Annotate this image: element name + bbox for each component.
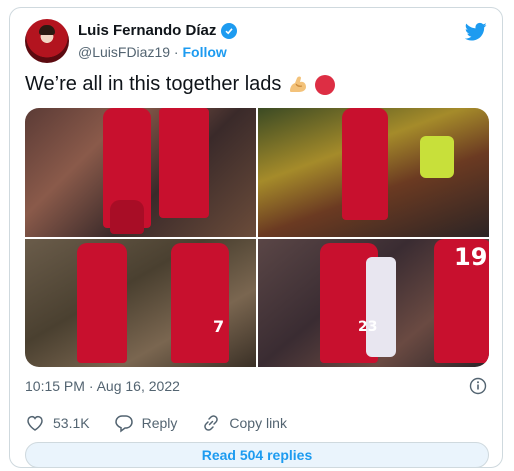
author-handle-row: @LuisFDiaz19 · Follow [78, 44, 227, 60]
timestamp[interactable]: 10:15 PM · Aug 16, 2022 [25, 378, 180, 394]
red-circle-icon [315, 74, 336, 95]
twitter-bird-icon[interactable] [465, 22, 487, 42]
separator-dot: · [173, 44, 179, 60]
read-replies-button[interactable]: Read 504 replies [25, 442, 489, 468]
reply-bubble-icon [114, 415, 133, 433]
media-grid[interactable]: 7 23 19 [25, 108, 489, 367]
action-bar: 53.1K Reply Copy link [25, 413, 311, 433]
copy-link-label: Copy link [229, 415, 287, 431]
author-name[interactable]: Luis Fernando Díaz [78, 22, 216, 39]
tweet-text: We’re all in this together lads [25, 73, 336, 96]
info-icon[interactable] [469, 377, 487, 395]
author-name-row: Luis Fernando Díaz [78, 22, 238, 39]
tweet-body: We’re all in this together lads [25, 73, 282, 95]
copy-link-button[interactable]: Copy link [201, 413, 287, 433]
flexed-biceps-icon [290, 76, 307, 92]
heart-icon [27, 415, 43, 431]
photo-2[interactable] [258, 108, 489, 237]
author-handle[interactable]: @LuisFDiaz19 [78, 44, 170, 60]
jersey-number: 23 [358, 318, 378, 335]
reply-label: Reply [141, 415, 178, 431]
tweet-card: Luis Fernando Díaz @LuisFDiaz19 · Follow… [9, 7, 503, 468]
like-button[interactable]: 53.1K [25, 413, 90, 433]
photo-1[interactable] [25, 108, 256, 237]
verified-badge-icon [221, 22, 238, 39]
photo-3[interactable]: 7 [25, 238, 256, 367]
jersey-number: 7 [213, 316, 225, 336]
photo-4[interactable]: 23 19 [258, 238, 489, 367]
like-count: 53.1K [53, 415, 90, 431]
jersey-number: 19 [454, 242, 488, 271]
avatar[interactable] [25, 19, 69, 63]
link-icon [204, 415, 219, 431]
follow-link[interactable]: Follow [182, 44, 226, 60]
reply-button[interactable]: Reply [114, 413, 178, 433]
